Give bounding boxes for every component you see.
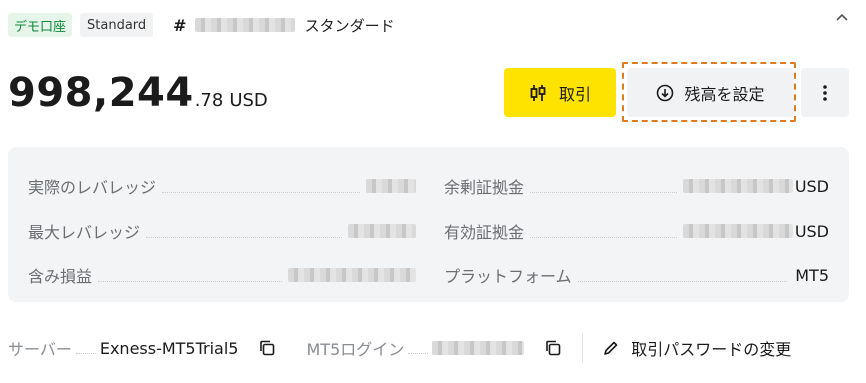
account-type-badge: Standard: [80, 13, 154, 37]
free-margin-row: 余剰証拠金 USD: [444, 175, 829, 198]
balance-integer: 998,244: [8, 70, 194, 116]
copy-login-icon[interactable]: [544, 339, 562, 357]
server-value: Exness-MT5Trial5: [99, 338, 239, 358]
trade-button[interactable]: 取引: [504, 68, 616, 117]
equity-value-redacted: [682, 224, 793, 238]
account-header: デモ口座 Standard # スタンダード: [8, 12, 395, 38]
balance-display: 998,244 .78 USD: [8, 70, 268, 116]
max-leverage-label: 最大レバレッジ: [28, 223, 141, 242]
more-options-button[interactable]: [801, 68, 849, 117]
demo-badge: デモ口座: [8, 13, 73, 37]
change-password-label: 取引パスワードの変更: [631, 340, 792, 359]
equity-label: 有効証拠金: [444, 223, 525, 242]
account-type-name: スタンダード: [304, 16, 395, 35]
balance-decimal: .78: [194, 90, 224, 111]
unrealized-pl-value-redacted: [288, 268, 416, 282]
balance-currency: USD: [229, 90, 268, 111]
trade-icon: [530, 84, 546, 101]
max-leverage-row: 最大レバレッジ: [28, 220, 416, 242]
platform-value: MT5: [795, 265, 829, 285]
unrealized-pl-label: 含み損益: [28, 267, 93, 286]
login-value-redacted: [432, 341, 525, 355]
free-margin-label: 余剰証拠金: [444, 178, 525, 197]
login-label: MT5ログイン: [306, 340, 405, 359]
actual-leverage-row: 実際のレバレッジ: [28, 175, 416, 197]
kebab-menu-icon: [823, 84, 827, 101]
platform-label: プラットフォーム: [444, 267, 572, 286]
actual-leverage-label: 実際のレバレッジ: [28, 178, 157, 197]
footer-divider: [582, 333, 584, 363]
trade-button-label: 取引: [558, 84, 591, 104]
max-leverage-value-redacted: [348, 224, 416, 238]
equity-currency: USD: [794, 221, 829, 241]
server-label: サーバー: [8, 340, 72, 359]
set-balance-button-label: 残高を設定: [684, 84, 765, 104]
change-password-link[interactable]: 取引パスワードの変更: [603, 336, 791, 360]
copy-server-icon[interactable]: [258, 339, 276, 357]
unrealized-pl-row: 含み損益: [28, 264, 416, 286]
pencil-icon: [604, 341, 618, 355]
free-margin-currency: USD: [794, 176, 829, 196]
free-margin-value-redacted: [682, 179, 793, 193]
platform-row: プラットフォーム MT5: [444, 264, 829, 287]
chevron-up-icon[interactable]: [834, 10, 850, 26]
actual-leverage-value-redacted: [366, 179, 416, 193]
account-number-redacted: [194, 18, 295, 32]
account-footer: サーバー Exness-MT5Trial5 MT5ログイン 取引パスワードの変更: [8, 333, 791, 363]
equity-row: 有効証拠金 USD: [444, 220, 829, 243]
account-number-hash: #: [173, 15, 187, 35]
arrow-down-circle-icon: [657, 84, 674, 101]
account-details-panel: 実際のレバレッジ 最大レバレッジ 含み損益 余剰証拠金 USD 有効証拠金 US…: [8, 147, 849, 302]
set-balance-button[interactable]: 残高を設定: [627, 68, 794, 117]
